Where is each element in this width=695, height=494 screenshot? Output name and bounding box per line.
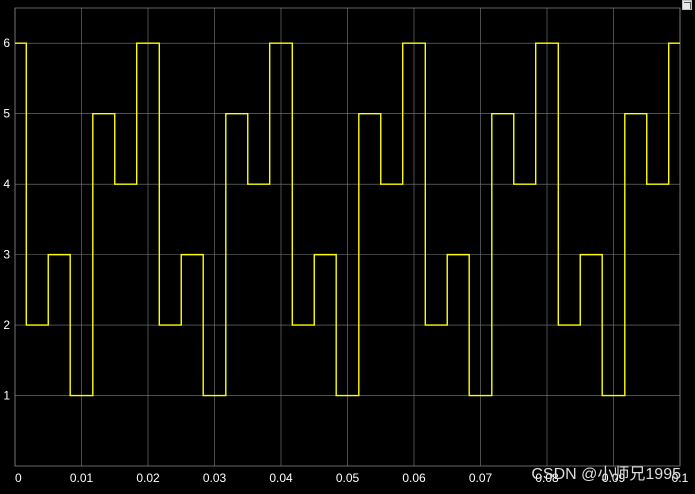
- watermark-text: CSDN @小师兄1995: [531, 466, 681, 483]
- y-tick-label: 1: [3, 389, 10, 403]
- x-tick-label: 0.06: [402, 471, 426, 485]
- x-tick-label: 0.05: [336, 471, 360, 485]
- y-tick-label: 3: [3, 248, 10, 262]
- x-tick-label: 0.01: [70, 471, 94, 485]
- x-tick-label: 0.03: [203, 471, 227, 485]
- y-tick-label: 5: [3, 107, 10, 121]
- y-tick-label: 2: [3, 318, 10, 332]
- x-tick-label: 0.02: [136, 471, 160, 485]
- y-tick-label: 4: [3, 177, 10, 191]
- expand-axes-icon[interactable]: [682, 0, 692, 10]
- plot-area: 0 0.01 0.02 0.03 0.04 0.05 0.06 0.07 0.08 0.09 0.1…: [3, 7, 689, 485]
- x-tick-label: 0.04: [269, 471, 293, 485]
- scope-figure: 0 0.01 0.02 0.03 0.04 0.05 0.06 0.07 0.08 0.09 0.1…: [0, 0, 695, 494]
- y-tick-label: 6: [3, 36, 10, 50]
- x-tick-label: 0: [15, 471, 22, 485]
- x-tick-label: 0.07: [469, 471, 493, 485]
